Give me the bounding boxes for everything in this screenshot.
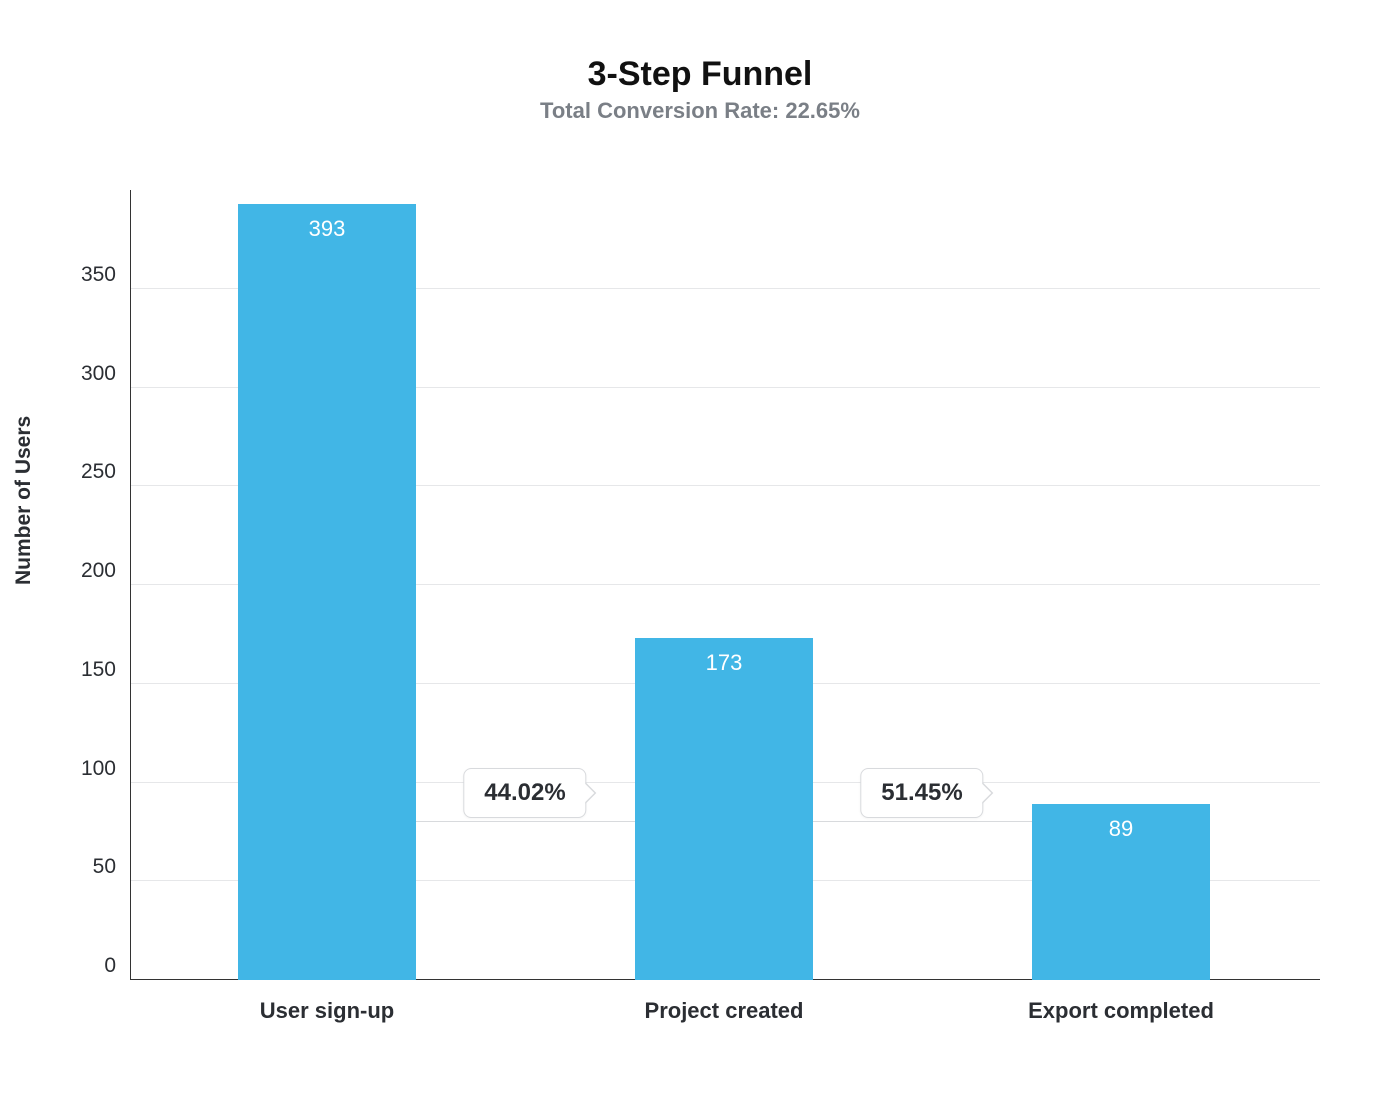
x-tick: Project created [645,998,804,1024]
bar-value: 173 [635,650,813,676]
y-tick: 250 [81,460,116,484]
y-axis-line [130,190,131,980]
bar-value: 393 [238,216,416,242]
y-tick: 150 [81,658,116,682]
bar-export-completed: 89 [1032,804,1210,980]
chart-subtitle: Total Conversion Rate: 22.65% [0,98,1400,124]
funnel-chart: 3-Step Funnel Total Conversion Rate: 22.… [0,0,1400,1094]
conversion-badge: 51.45% [860,768,983,818]
y-tick: 300 [81,362,116,386]
bar-user-sign-up: 393 [238,204,416,980]
y-tick: 0 [104,954,116,978]
bar-project-created: 173 [635,638,813,980]
bar-value: 89 [1032,816,1210,842]
x-tick: Export completed [1028,998,1214,1024]
conversion-badge: 44.02% [463,768,586,818]
y-tick: 50 [93,855,116,879]
y-tick: 200 [81,559,116,583]
x-tick: User sign-up [260,998,394,1024]
y-tick: 350 [81,263,116,287]
connector-line [416,821,635,822]
y-tick: 100 [81,757,116,781]
y-axis-label: Number of Users [12,416,36,585]
connector-line [813,821,1032,822]
chart-title: 3-Step Funnel [0,55,1400,94]
plot-area: 0 50 100 150 200 250 300 350 393 173 89 … [130,190,1320,980]
